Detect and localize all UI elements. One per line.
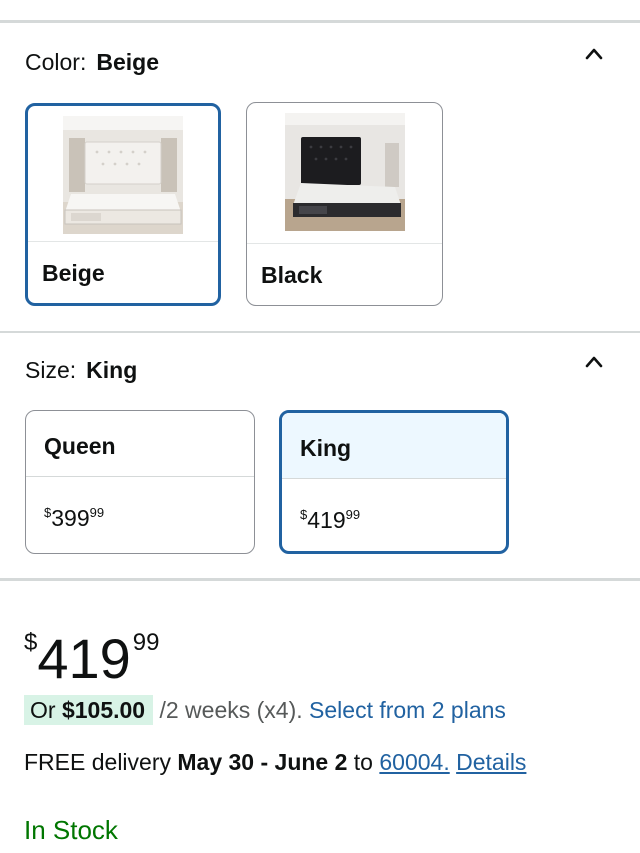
main-price: $41999 [24,612,160,690]
bed-image-beige [28,106,218,244]
zip-code-link[interactable]: 60004. [379,749,449,775]
price-whole: 419 [37,627,131,690]
color-option-label-black: Black [247,243,442,305]
select-plans-link[interactable]: Select from 2 plans [309,697,506,723]
size-option-price-queen: $39999 [44,505,105,531]
color-label: Color: [25,49,87,75]
top-divider [0,20,640,23]
delivery-dates: May 30 - June 2 [177,749,348,775]
installment-badge: Or $105.00 [24,695,154,725]
color-selected-value: Beige [96,49,159,75]
size-option-price-king: $41999 [300,507,361,533]
price-divider [0,578,640,581]
color-option-label-beige: Beige [28,241,218,303]
size-label: Size: [25,357,77,383]
color-option-beige[interactable]: Beige [25,103,221,306]
delivery-details-link[interactable]: Details [456,749,526,775]
chevron-up-icon[interactable] [584,352,604,372]
installment-term: /2 weeks (x4). [159,697,303,723]
delivery-line: FREE delivery May 30 - June 2 to 60004. … [24,744,526,780]
color-header: Color: Beige [25,49,159,76]
size-option-label-queen: Queen [26,411,254,477]
installment-line: Or $105.00 /2 weeks (x4). Select from 2 … [24,692,506,728]
size-option-label-king: King [282,413,506,479]
delivery-to: to [353,749,373,775]
stock-status: In Stock [24,815,118,845]
chevron-up-icon[interactable] [584,44,604,64]
price-cents: 99 [132,629,160,656]
section-divider [0,331,640,333]
bed-image-black [247,103,442,241]
price-currency: $ [24,629,38,656]
size-selected-value: King [86,357,138,383]
size-option-king[interactable]: King $41999 [279,410,509,554]
delivery-prefix: FREE delivery [24,749,171,775]
color-option-black[interactable]: Black [246,102,443,306]
size-header: Size: King [25,357,137,384]
installment-amount: $105.00 [61,697,146,723]
size-option-queen[interactable]: Queen $39999 [25,410,255,554]
